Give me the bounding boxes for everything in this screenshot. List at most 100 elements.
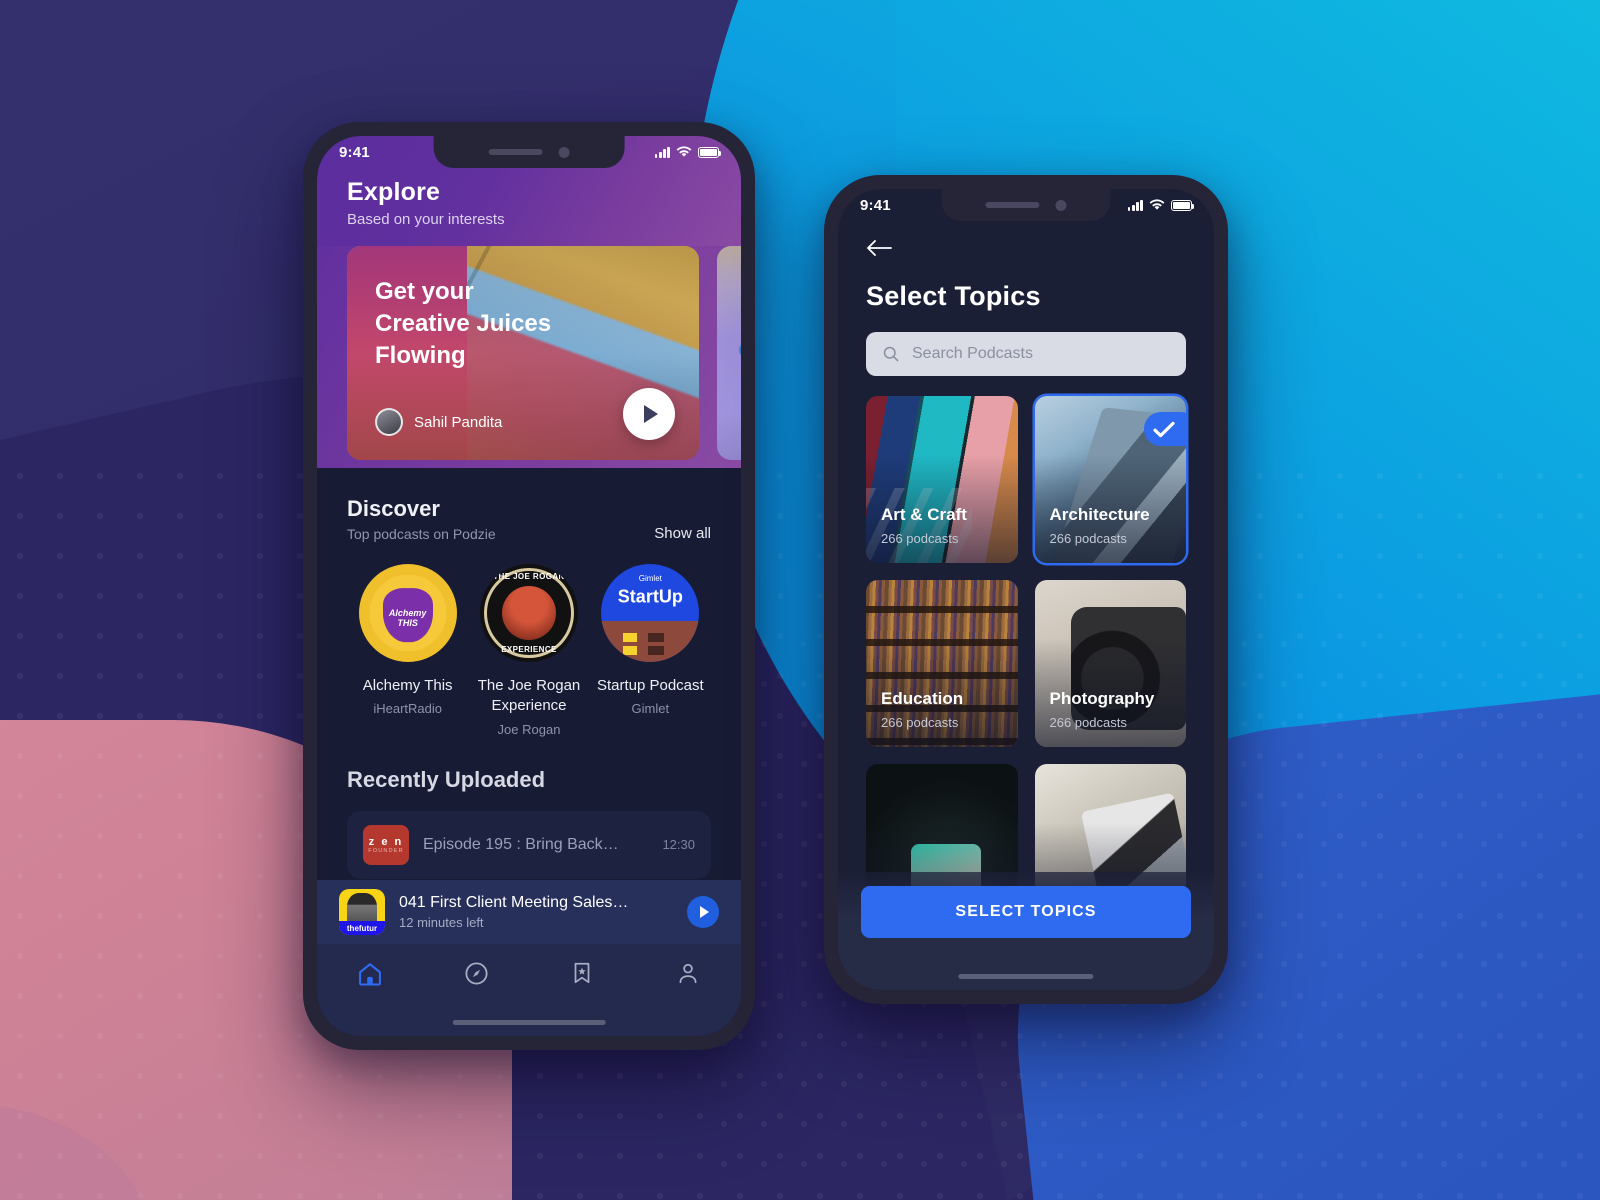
hero-title: Get your Creative Juices Flowing xyxy=(375,276,551,372)
jre-art-bottom-text: EXPERIENCE xyxy=(501,645,557,654)
discover-podcast-row: Alchemy THIS Alchemy This iHeartRadio TH… xyxy=(347,564,711,737)
episode-title: Episode 195 : Bring Back… xyxy=(423,835,619,853)
status-icons xyxy=(1127,199,1195,211)
recently-uploaded-section: Recently Uploaded z e n FOUNDER Episode … xyxy=(347,767,711,879)
front-camera xyxy=(1055,199,1067,211)
podcast-publisher: iHeartRadio xyxy=(373,701,442,717)
discover-section-header: Discover Top podcasts on Podzie Show all xyxy=(347,496,711,542)
topic-grid: Art & Craft 266 podcasts Architecture 26… xyxy=(866,396,1186,931)
mini-player[interactable]: thefutur 041 First Client Meeting Sales…… xyxy=(317,880,741,944)
topic-card-art-craft[interactable]: Art & Craft 266 podcasts xyxy=(866,396,1018,563)
startup-window xyxy=(622,633,637,643)
podcast-card-joe-rogan[interactable]: THE JOE ROGAN EXPERIENCE The Joe Rogan E… xyxy=(468,564,589,737)
hero-author-name: Sahil Pandita xyxy=(414,413,503,431)
explore-header: 9:41 Explore Based on your interests xyxy=(317,136,741,248)
signal-bars-icon xyxy=(1127,199,1143,211)
hero-card-next[interactable] xyxy=(717,246,741,460)
bookmark-star-icon xyxy=(574,962,590,984)
phone2-screen: 9:41 Select Topics Search Podcasts Art &… xyxy=(838,189,1214,990)
hero-carousel[interactable]: Get your Creative Juices Flowing Sahil P… xyxy=(317,246,741,468)
section-title-discover: Discover xyxy=(347,496,440,521)
podcast-artwork: THE JOE ROGAN EXPERIENCE xyxy=(479,564,578,662)
startup-window xyxy=(648,633,665,643)
show-all-link[interactable]: Show all xyxy=(654,525,711,542)
hero-card[interactable]: Get your Creative Juices Flowing Sahil P… xyxy=(347,246,699,460)
home-indicator[interactable] xyxy=(958,974,1094,979)
startup-art-top-text: Gimlet xyxy=(638,573,662,583)
back-button[interactable] xyxy=(866,235,892,261)
alchemy-art-label: Alchemy THIS xyxy=(388,607,427,628)
podcast-artwork: Gimlet StartUp xyxy=(601,564,700,662)
list-item[interactable]: z e n FOUNDER Episode 195 : Bring Back… … xyxy=(347,810,711,879)
person-icon xyxy=(679,963,697,984)
compass-icon xyxy=(464,962,488,985)
topic-card-photography[interactable]: Photography 266 podcasts xyxy=(1034,580,1186,747)
search-input[interactable]: Search Podcasts xyxy=(912,345,1033,363)
page-title: Select Topics xyxy=(866,281,1041,311)
podcast-name: Alchemy This xyxy=(362,677,453,694)
play-icon xyxy=(700,906,709,918)
battery-icon xyxy=(698,146,722,158)
search-bar[interactable]: Search Podcasts xyxy=(866,332,1186,376)
page-subtitle: Based on your interests xyxy=(347,211,505,228)
mini-player-artwork: thefutur xyxy=(339,889,385,935)
topic-label: Photography xyxy=(1049,689,1155,708)
hero-next-dot-1 xyxy=(738,342,741,359)
jre-face xyxy=(501,586,556,640)
topic-count: 266 podcasts xyxy=(1049,715,1127,730)
home-icon xyxy=(359,963,381,986)
topic-count: 266 podcasts xyxy=(881,715,959,730)
zen-art-line-1: z e n xyxy=(368,835,404,848)
tab-home[interactable] xyxy=(317,960,423,988)
explore-body: Discover Top podcasts on Podzie Show all… xyxy=(317,496,741,879)
decorative-background xyxy=(0,0,1600,1200)
podcast-artwork: Alchemy THIS xyxy=(358,564,457,662)
startup-window xyxy=(622,646,637,656)
hero-title-line-2: Creative Juices xyxy=(375,309,552,337)
topic-label: Art & Craft xyxy=(881,505,967,524)
podcast-name: Startup Podcast xyxy=(596,677,704,694)
podcast-card-startup[interactable]: Gimlet StartUp Startup Podcast Gimlet xyxy=(590,564,711,737)
episode-duration: 12:30 xyxy=(662,837,695,852)
tab-profile[interactable] xyxy=(635,960,741,986)
notch xyxy=(433,136,625,168)
home-indicator[interactable] xyxy=(452,1020,606,1025)
podcast-publisher: Gimlet xyxy=(631,701,670,717)
wifi-icon xyxy=(676,146,692,157)
section-subtitle-discover: Top podcasts on Podzie xyxy=(347,526,496,542)
tab-explore[interactable] xyxy=(423,960,529,987)
avatar xyxy=(375,408,403,436)
startup-window xyxy=(648,646,665,656)
jre-art-top-text: THE JOE ROGAN xyxy=(493,572,565,581)
hero-play-button[interactable] xyxy=(623,388,675,440)
discover-heading-group: Discover Top podcasts on Podzie xyxy=(347,496,496,542)
arrow-left-icon xyxy=(867,240,892,256)
phone-explore-screen: 9:41 Explore Based on your interests Get… xyxy=(303,122,755,1050)
hero-title-line-1: Get your xyxy=(375,278,474,305)
hero-author: Sahil Pandita xyxy=(375,408,502,436)
battery-icon xyxy=(1171,199,1195,211)
search-icon xyxy=(883,346,899,362)
tab-saved[interactable] xyxy=(529,960,635,986)
mini-player-info: 041 First Client Meeting Sales… 12 minut… xyxy=(399,894,673,930)
status-icons xyxy=(654,146,722,158)
zen-art-line-2: FOUNDER xyxy=(368,847,404,854)
front-camera xyxy=(558,146,570,158)
section-title-recent: Recently Uploaded xyxy=(347,766,546,792)
signal-bars-icon xyxy=(654,146,670,158)
topic-card-education[interactable]: Education 266 podcasts xyxy=(866,580,1018,747)
podcast-card-alchemy[interactable]: Alchemy THIS Alchemy This iHeartRadio xyxy=(347,564,468,737)
mini-player-subtitle: 12 minutes left xyxy=(399,915,484,930)
phone-select-topics-screen: 9:41 Select Topics Search Podcasts Art &… xyxy=(824,175,1228,1004)
wifi-icon xyxy=(1149,199,1165,210)
topic-card-architecture[interactable]: Architecture 266 podcasts xyxy=(1034,396,1186,563)
check-icon xyxy=(1153,421,1175,437)
notch xyxy=(941,189,1111,221)
play-icon xyxy=(644,405,658,423)
podcast-publisher: Joe Rogan xyxy=(497,721,561,737)
mini-player-artwork-label: thefutur xyxy=(339,921,385,935)
episode-artwork: z e n FOUNDER xyxy=(363,824,409,865)
status-time: 9:41 xyxy=(339,143,370,161)
select-topics-button[interactable]: SELECT TOPICS xyxy=(861,886,1191,938)
mini-player-play-button[interactable] xyxy=(687,896,719,928)
